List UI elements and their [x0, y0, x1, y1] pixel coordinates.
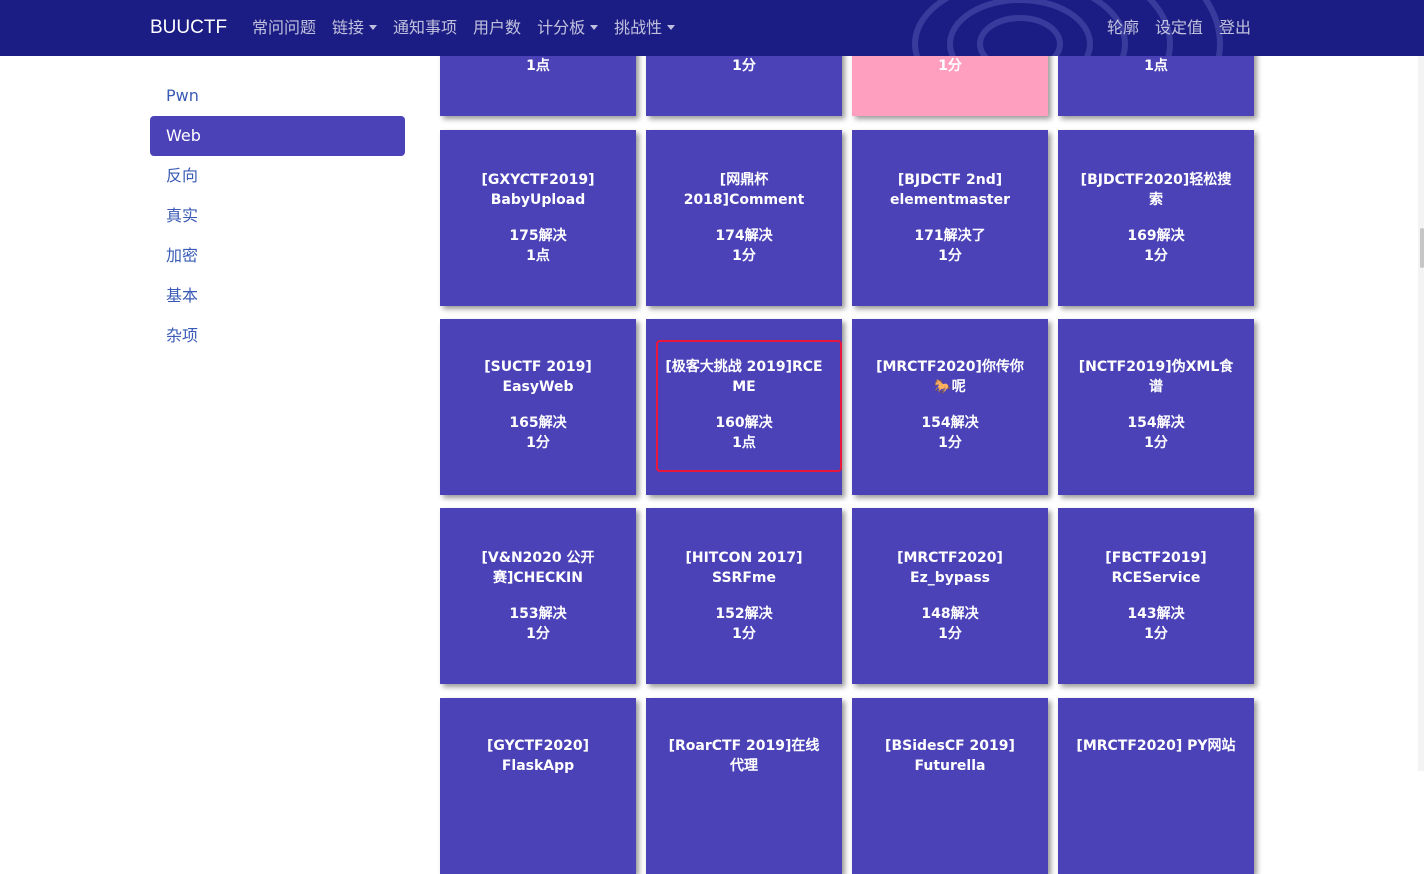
challenge-points: 1点	[526, 248, 550, 264]
challenge-title: [BSidesCF 2019] Futurella	[885, 738, 1015, 774]
challenge-title: [V&N2020 公开赛]CHECKIN	[481, 550, 595, 586]
challenge-card[interactable]: [GXYCTF2019] BabyUpload 175解决 1点	[440, 130, 636, 306]
nav-links-dropdown[interactable]: 链接	[332, 0, 378, 56]
challenge-title: [FBCTF2019] RCEService	[1105, 550, 1207, 586]
challenge-points: 1分	[938, 58, 962, 74]
category-sidebar: Pwn Web 反向 真实 加密 基本 杂项	[150, 76, 405, 356]
challenge-points: 1分	[732, 626, 756, 642]
brand-logo[interactable]: BUUCTF	[150, 0, 227, 56]
category-basic[interactable]: 基本	[150, 276, 405, 316]
caret-down-icon	[369, 25, 378, 30]
challenge-title: [HITCON 2017] SSRFme	[685, 550, 803, 586]
challenge-title: [BJDCTF 2nd] elementmaster	[890, 172, 1010, 208]
challenge-card[interactable]: [BSidesCF 2019] Futurella	[852, 698, 1048, 874]
challenge-solves: 143解决	[1127, 606, 1185, 622]
category-reverse[interactable]: 反向	[150, 156, 405, 196]
scrollbar-thumb[interactable]	[1420, 228, 1424, 268]
challenge-points: 1点	[526, 58, 550, 74]
challenge-card[interactable]: [网鼎杯 2018]Comment 174解决 1分	[646, 130, 842, 306]
challenge-solves: 171解决了	[914, 228, 986, 244]
category-real[interactable]: 真实	[150, 196, 405, 236]
challenge-card[interactable]: [FBCTF2019] RCEService 143解决 1分	[1058, 508, 1254, 684]
challenge-title: [MRCTF2020]你传你🐎呢	[876, 359, 1024, 395]
challenge-card[interactable]: [MRCTF2020]你传你🐎呢 154解决 1分	[852, 319, 1048, 495]
challenge-points: 1分	[732, 58, 756, 74]
nav-profile[interactable]: 轮廓	[1107, 0, 1139, 56]
nav-menu-right: 轮廓 设定值 登出	[1091, 0, 1251, 56]
challenge-solves: 169解决	[1127, 228, 1185, 244]
challenge-grid: 1点 1分 1分 1点 [GXYCTF2019] BabyUpload 175解决 1点 [网…	[440, 0, 1260, 874]
top-navbar: BUUCTF 常问问题 链接 通知事项 用户数 计分板 挑战性 轮廓 设定值 登…	[0, 0, 1424, 56]
challenge-points: 1分	[938, 626, 962, 642]
challenge-card[interactable]: [RoarCTF 2019]在线代理	[646, 698, 842, 874]
category-crypto[interactable]: 加密	[150, 236, 405, 276]
challenge-title: [BJDCTF2020]轻松搜索	[1080, 172, 1232, 208]
nav-users[interactable]: 用户数	[473, 0, 521, 56]
challenge-points: 1分	[526, 626, 550, 642]
nav-scoreboard-dropdown[interactable]: 计分板	[537, 0, 599, 56]
selection-highlight	[656, 340, 842, 472]
challenge-solves: 175解决	[509, 228, 567, 244]
page-scrollbar[interactable]	[1418, 56, 1424, 771]
challenge-card[interactable]: [BJDCTF 2nd] elementmaster 171解决了 1分	[852, 130, 1048, 306]
nav-settings[interactable]: 设定值	[1155, 0, 1203, 56]
caret-down-icon	[667, 25, 676, 30]
challenge-title: [NCTF2019]伪XML食谱	[1078, 359, 1234, 395]
nav-challenges-dropdown[interactable]: 挑战性	[614, 0, 676, 56]
challenge-solves: 154解决	[1127, 415, 1185, 431]
challenge-title: [SUCTF 2019] EasyWeb	[484, 359, 592, 395]
challenge-points: 1分	[732, 248, 756, 264]
challenge-card[interactable]: [MRCTF2020] PY网站	[1058, 698, 1254, 874]
challenge-title: [网鼎杯 2018]Comment	[683, 172, 805, 208]
challenge-card[interactable]: [GYCTF2020] FlaskApp	[440, 698, 636, 874]
challenge-points: 1分	[1144, 248, 1168, 264]
challenge-title: [MRCTF2020] Ez_bypass	[897, 550, 1003, 586]
challenge-points: 1点	[1144, 58, 1168, 74]
category-web[interactable]: Web	[150, 116, 405, 156]
challenge-card[interactable]: [HITCON 2017] SSRFme 152解决 1分	[646, 508, 842, 684]
nav-menu-left: 常问问题 链接 通知事项 用户数 计分板 挑战性	[252, 0, 691, 56]
challenge-title: [GYCTF2020] FlaskApp	[487, 738, 589, 774]
challenge-card[interactable]: [BJDCTF2020]轻松搜索 169解决 1分	[1058, 130, 1254, 306]
challenge-points: 1分	[526, 435, 550, 451]
challenge-title: [RoarCTF 2019]在线代理	[668, 738, 820, 774]
challenge-solves: 148解决	[921, 606, 979, 622]
challenge-title: [GXYCTF2019] BabyUpload	[481, 172, 595, 208]
challenge-solves: 152解决	[715, 606, 773, 622]
challenge-title: [MRCTF2020] PY网站	[1076, 738, 1236, 754]
nav-notifications[interactable]: 通知事项	[393, 0, 457, 56]
challenge-solves: 165解决	[509, 415, 567, 431]
challenge-card[interactable]: [NCTF2019]伪XML食谱 154解决 1分	[1058, 319, 1254, 495]
nav-faq[interactable]: 常问问题	[252, 0, 316, 56]
category-misc[interactable]: 杂项	[150, 316, 405, 356]
challenge-card[interactable]: [MRCTF2020] Ez_bypass 148解决 1分	[852, 508, 1048, 684]
challenge-points: 1分	[938, 435, 962, 451]
challenge-points: 1分	[1144, 626, 1168, 642]
caret-down-icon	[590, 25, 599, 30]
category-pwn[interactable]: Pwn	[150, 76, 405, 116]
challenge-solves: 153解决	[509, 606, 567, 622]
challenge-points: 1分	[1144, 435, 1168, 451]
challenge-card[interactable]: [SUCTF 2019] EasyWeb 165解决 1分	[440, 319, 636, 495]
challenge-points: 1分	[938, 248, 962, 264]
challenge-solves: 174解决	[715, 228, 773, 244]
challenge-card[interactable]: [V&N2020 公开赛]CHECKIN 153解决 1分	[440, 508, 636, 684]
challenge-solves: 154解决	[921, 415, 979, 431]
nav-logout[interactable]: 登出	[1219, 0, 1251, 56]
